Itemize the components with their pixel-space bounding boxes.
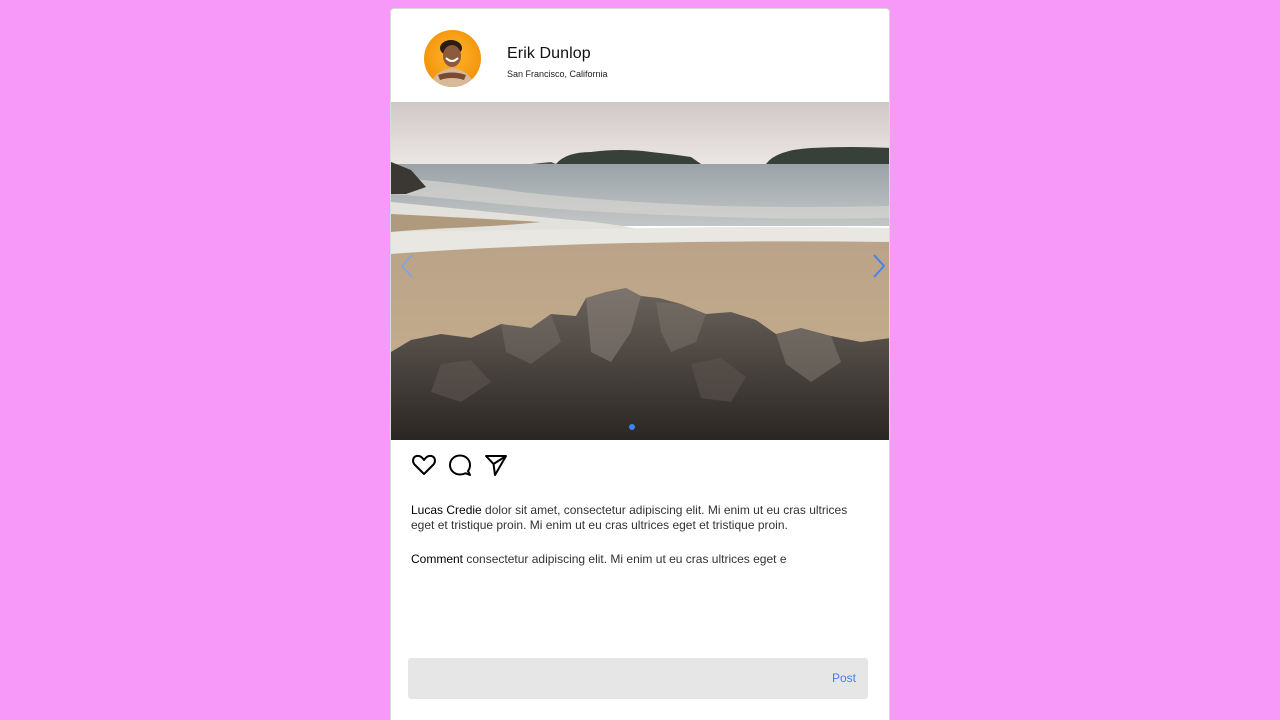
post-photo <box>391 102 889 440</box>
comment-button[interactable] <box>447 452 473 478</box>
send-icon <box>485 455 507 476</box>
comment-row: Comment consectetur adipiscing elit. Mi … <box>411 552 873 567</box>
post-button[interactable]: Post <box>832 671 856 685</box>
avatar[interactable] <box>424 30 481 87</box>
comment-label[interactable]: Comment <box>411 552 463 566</box>
like-button[interactable] <box>411 452 437 478</box>
carousel-next-button[interactable] <box>867 252 889 280</box>
share-button[interactable] <box>483 452 509 478</box>
chevron-right-icon <box>873 254 886 278</box>
chevron-left-icon <box>400 254 413 278</box>
post-caption: Lucas Credie dolor sit amet, consectetur… <box>411 503 873 532</box>
comment-text: consectetur adipiscing elit. Mi enim ut … <box>463 552 787 566</box>
post-card: Erik Dunlop San Francisco, California Lu… <box>390 8 890 720</box>
avatar-image <box>430 40 475 87</box>
comment-box: Post <box>408 658 868 699</box>
caption-author[interactable]: Lucas Credie <box>411 503 482 517</box>
carousel-prev-button[interactable] <box>395 252 419 280</box>
beach-photo <box>391 102 889 440</box>
carousel-dot[interactable] <box>629 424 635 430</box>
comment-input[interactable] <box>408 658 808 699</box>
heart-icon <box>412 454 436 475</box>
user-location: San Francisco, California <box>507 69 608 79</box>
comment-bubble-icon <box>449 454 471 476</box>
post-header: Erik Dunlop San Francisco, California <box>391 9 889 103</box>
user-name[interactable]: Erik Dunlop <box>507 45 591 63</box>
post-actions <box>411 452 509 478</box>
